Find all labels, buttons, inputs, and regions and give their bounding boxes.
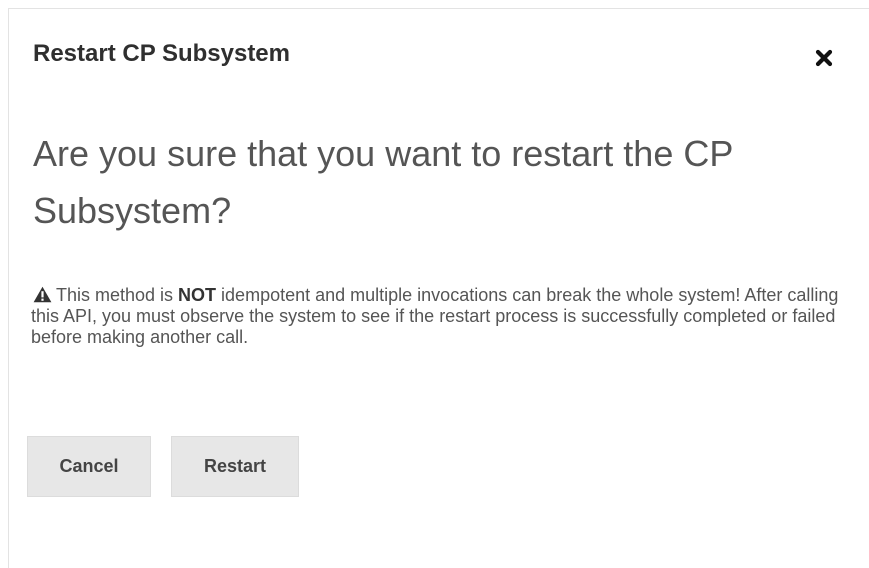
warning-triangle-icon: [33, 286, 52, 303]
warning-message: This method is NOT idempotent and multip…: [31, 285, 841, 348]
close-button[interactable]: [810, 44, 838, 72]
cancel-button[interactable]: Cancel: [27, 436, 151, 497]
restart-button[interactable]: Restart: [171, 436, 299, 497]
confirmation-question: Are you sure that you want to restart th…: [33, 133, 733, 231]
warning-emphasis: NOT: [178, 285, 217, 305]
warning-prefix: This method is: [56, 285, 179, 305]
dialog-title: Restart CP Subsystem: [33, 40, 290, 67]
close-icon: [815, 49, 833, 67]
